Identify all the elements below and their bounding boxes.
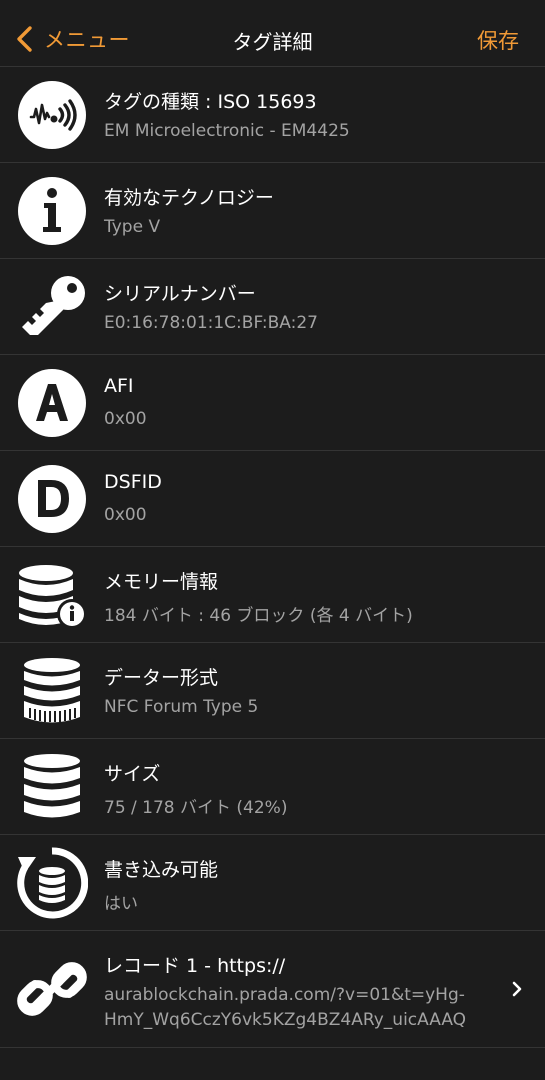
row-technologies[interactable]: 有効なテクノロジー Type V [0,162,545,258]
row-value: 184 バイト : 46 ブロック (各 4 バイト) [104,606,413,626]
save-button[interactable]: 保存 [477,25,519,55]
row-dsfid[interactable]: DSFID 0x00 [0,450,545,546]
row-value-line-1: aurablockchain.prada.com/?v=01&t=yHg- [104,985,465,1005]
row-data-format[interactable]: データー形式 NFC Forum Type 5 [0,642,545,738]
row-title: データー形式 [104,667,219,689]
row-title: DSFID [104,471,162,493]
letter-d-icon [16,463,88,535]
database-info-icon [16,559,88,631]
row-title: 有効なテクノロジー [104,187,274,209]
row-value: 75 / 178 バイト (42%) [104,798,288,818]
info-icon [16,175,88,247]
row-title: メモリー情報 [104,571,219,593]
row-title: タグの種類 : ISO 15693 [104,91,317,113]
row-title: サイズ [104,763,161,785]
row-afi[interactable]: AFI 0x00 [0,354,545,450]
row-title: シリアルナンバー [104,283,256,305]
screen: メニュー タグ詳細 保存 タグの種類 : ISO 15693 EM Microe… [0,0,545,1080]
row-record-1[interactable]: レコード 1 - https:// aurablockchain.prada.c… [0,930,545,1047]
key-icon [16,271,88,343]
row-writable[interactable]: 書き込み可能 はい [0,834,545,930]
row-value: はい [104,894,138,914]
database-format-icon [16,655,88,727]
letter-a-icon [16,367,88,439]
row-value: 0x00 [104,505,147,525]
row-size[interactable]: サイズ 75 / 178 バイト (42%) [0,738,545,834]
row-value: EM Microelectronic - EM4425 [104,121,350,141]
row-serial-number[interactable]: シリアルナンバー E0:16:78:01:1C:BF:BA:27 [0,258,545,354]
row-value: aurablockchain.prada.com/?v=01&t=yHg- Hm… [104,983,466,1033]
row-memory-info[interactable]: メモリー情報 184 バイト : 46 ブロック (各 4 バイト) [0,546,545,642]
chevron-right-icon [512,981,522,997]
tag-detail-list: タグの種類 : ISO 15693 EM Microelectronic - E… [0,66,545,1048]
row-value: 0x00 [104,409,147,429]
database-icon [16,751,88,823]
row-value: NFC Forum Type 5 [104,697,259,717]
nfc-signal-icon [16,79,88,151]
navigation-bar: メニュー タグ詳細 保存 [0,0,545,66]
row-value-line-2: HmY_Wq6CczY6vk5KZg4BZ4ARy_uicAAAQ [104,1010,467,1030]
row-value: E0:16:78:01:1C:BF:BA:27 [104,313,318,333]
list-bottom-separator [0,1047,545,1048]
row-title: レコード 1 - https:// [104,955,286,977]
row-title: 書き込み可能 [104,859,219,881]
page-title: タグ詳細 [232,30,313,54]
row-value: Type V [104,217,161,237]
database-refresh-icon [16,846,88,919]
row-tag-type[interactable]: タグの種類 : ISO 15693 EM Microelectronic - E… [0,66,545,162]
row-title: AFI [104,375,134,397]
link-icon [16,953,88,1025]
